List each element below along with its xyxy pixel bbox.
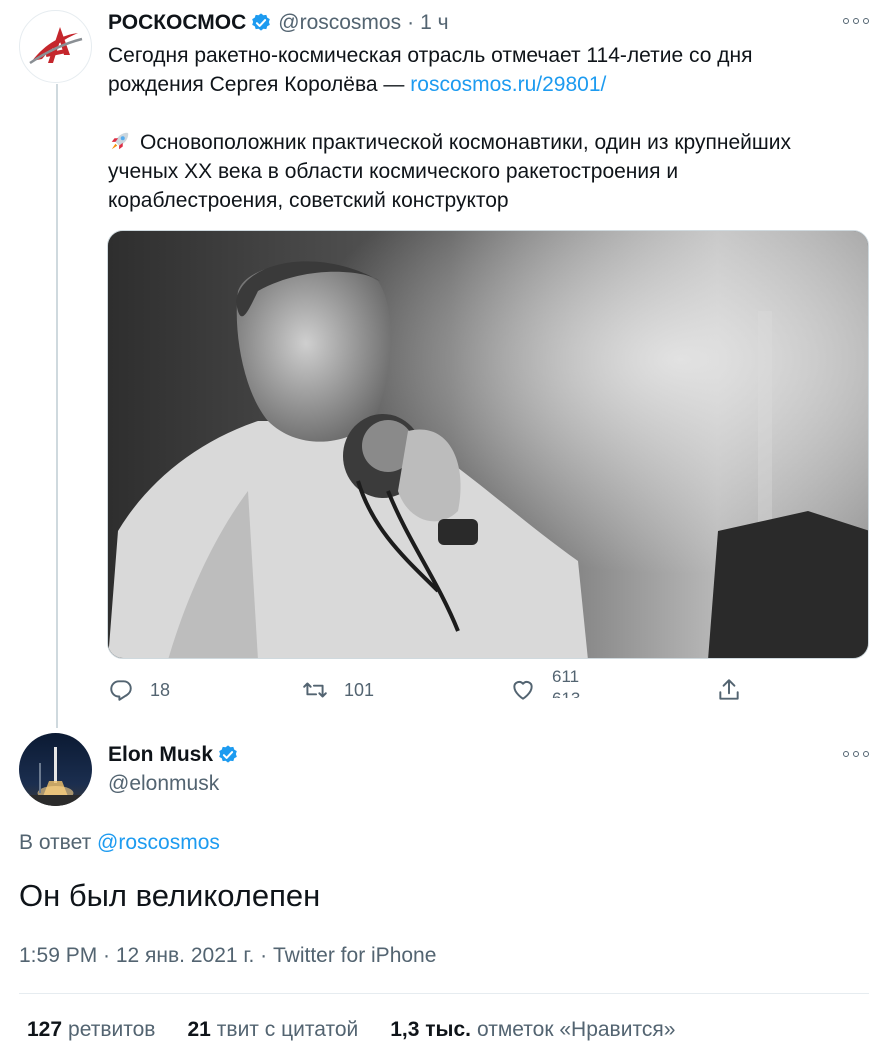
rocket-emoji-icon [111, 132, 129, 150]
tweet-timestamp[interactable]: 1 ч [420, 11, 448, 35]
share-icon [719, 679, 739, 700]
tweet1-line-text: рождения Сергея Королёва — [108, 73, 411, 96]
like-count-old: 611 [552, 667, 580, 686]
elonmusk-avatar[interactable] [19, 733, 92, 806]
like-count-animation: 611 613 [552, 666, 580, 698]
tweet2-header: Elon Musk [108, 740, 245, 770]
tweet1-header: РОСКОСМОС @roscosmos · 1 ч [108, 8, 449, 38]
tweet2-meta[interactable]: 1:59 PM · 12 янв. 2021 г. · Twitter for … [19, 944, 436, 968]
article-link[interactable]: roscosmos.ru/29801/ [410, 73, 606, 96]
tweet1-line-text: Основоположник практической космонавтики… [140, 131, 791, 154]
like-button[interactable]: 611 613 [510, 667, 580, 706]
share-button[interactable] [716, 674, 742, 706]
tweet1-line: ученых XX века в области космического ра… [108, 160, 679, 183]
roscosmos-avatar[interactable] [19, 10, 92, 83]
quotes-stat-count: 21 [187, 1018, 211, 1041]
tweet1-line: Основоположник практической космонавтики… [108, 128, 868, 157]
reply-icon [110, 680, 132, 701]
quotes-stat[interactable]: 21 твит с цитатой [187, 1018, 358, 1042]
reply-count: 18 [150, 679, 171, 700]
retweets-stat-label: ретвитов [68, 1018, 156, 1041]
quotes-stat-label: твит с цитатой [216, 1018, 359, 1041]
tweet1-line: кораблестроения, советский конструктор [108, 189, 509, 212]
likes-stat-label: отметок «Нравится» [477, 1018, 676, 1041]
like-icon [513, 680, 533, 700]
retweet-button[interactable]: 101 [302, 674, 374, 706]
tweet-photo[interactable] [107, 230, 869, 659]
reply-to-handle-link[interactable]: @roscosmos [97, 831, 220, 854]
tweet2-stats: 127 ретвитов 21 твит с цитатой 1,3 тыс. отм… [27, 1018, 675, 1042]
tweet1-line: Сегодня ракетно-космическая отрасль отме… [108, 44, 753, 67]
likes-stat[interactable]: 1,3 тыс. отметок «Нравится» [390, 1018, 675, 1042]
reply-context: В ответ @roscosmos [19, 831, 220, 855]
retweets-stat[interactable]: 127 ретвитов [27, 1018, 155, 1042]
reply-button[interactable]: 18 [108, 674, 170, 706]
likes-stat-count: 1,3 тыс. [390, 1018, 472, 1041]
like-count-new: 613 [552, 688, 580, 698]
retweet-count: 101 [344, 679, 375, 700]
elonmusk-handle[interactable]: @elonmusk [108, 772, 219, 796]
tweet2-text: Он был великолепен [19, 878, 321, 913]
tweet1-line: рождения Сергея Королёва — roscosmos.ru/… [108, 70, 868, 99]
avatar-rocket-launch-image [19, 733, 92, 806]
retweet-icon [303, 682, 327, 698]
divider [19, 993, 869, 994]
verified-icon [252, 13, 271, 31]
more-icon[interactable] [843, 749, 869, 759]
thread-connector-line [56, 84, 58, 728]
roscosmos-display-name[interactable]: РОСКОСМОС [108, 11, 246, 35]
retweets-stat-count: 127 [27, 1018, 63, 1041]
elonmusk-display-name[interactable]: Elon Musk [108, 743, 213, 767]
reply-prefix: В ответ [19, 831, 98, 854]
roscosmos-handle[interactable]: @roscosmos [278, 11, 401, 35]
roscosmos-logo [29, 27, 83, 65]
verified-icon [219, 745, 237, 763]
more-icon[interactable] [843, 16, 869, 26]
header-separator: · [407, 11, 415, 34]
photo-korolev [108, 231, 868, 658]
tweet1-body: Сегодня ракетно-космическая отрасль отме… [108, 41, 868, 215]
